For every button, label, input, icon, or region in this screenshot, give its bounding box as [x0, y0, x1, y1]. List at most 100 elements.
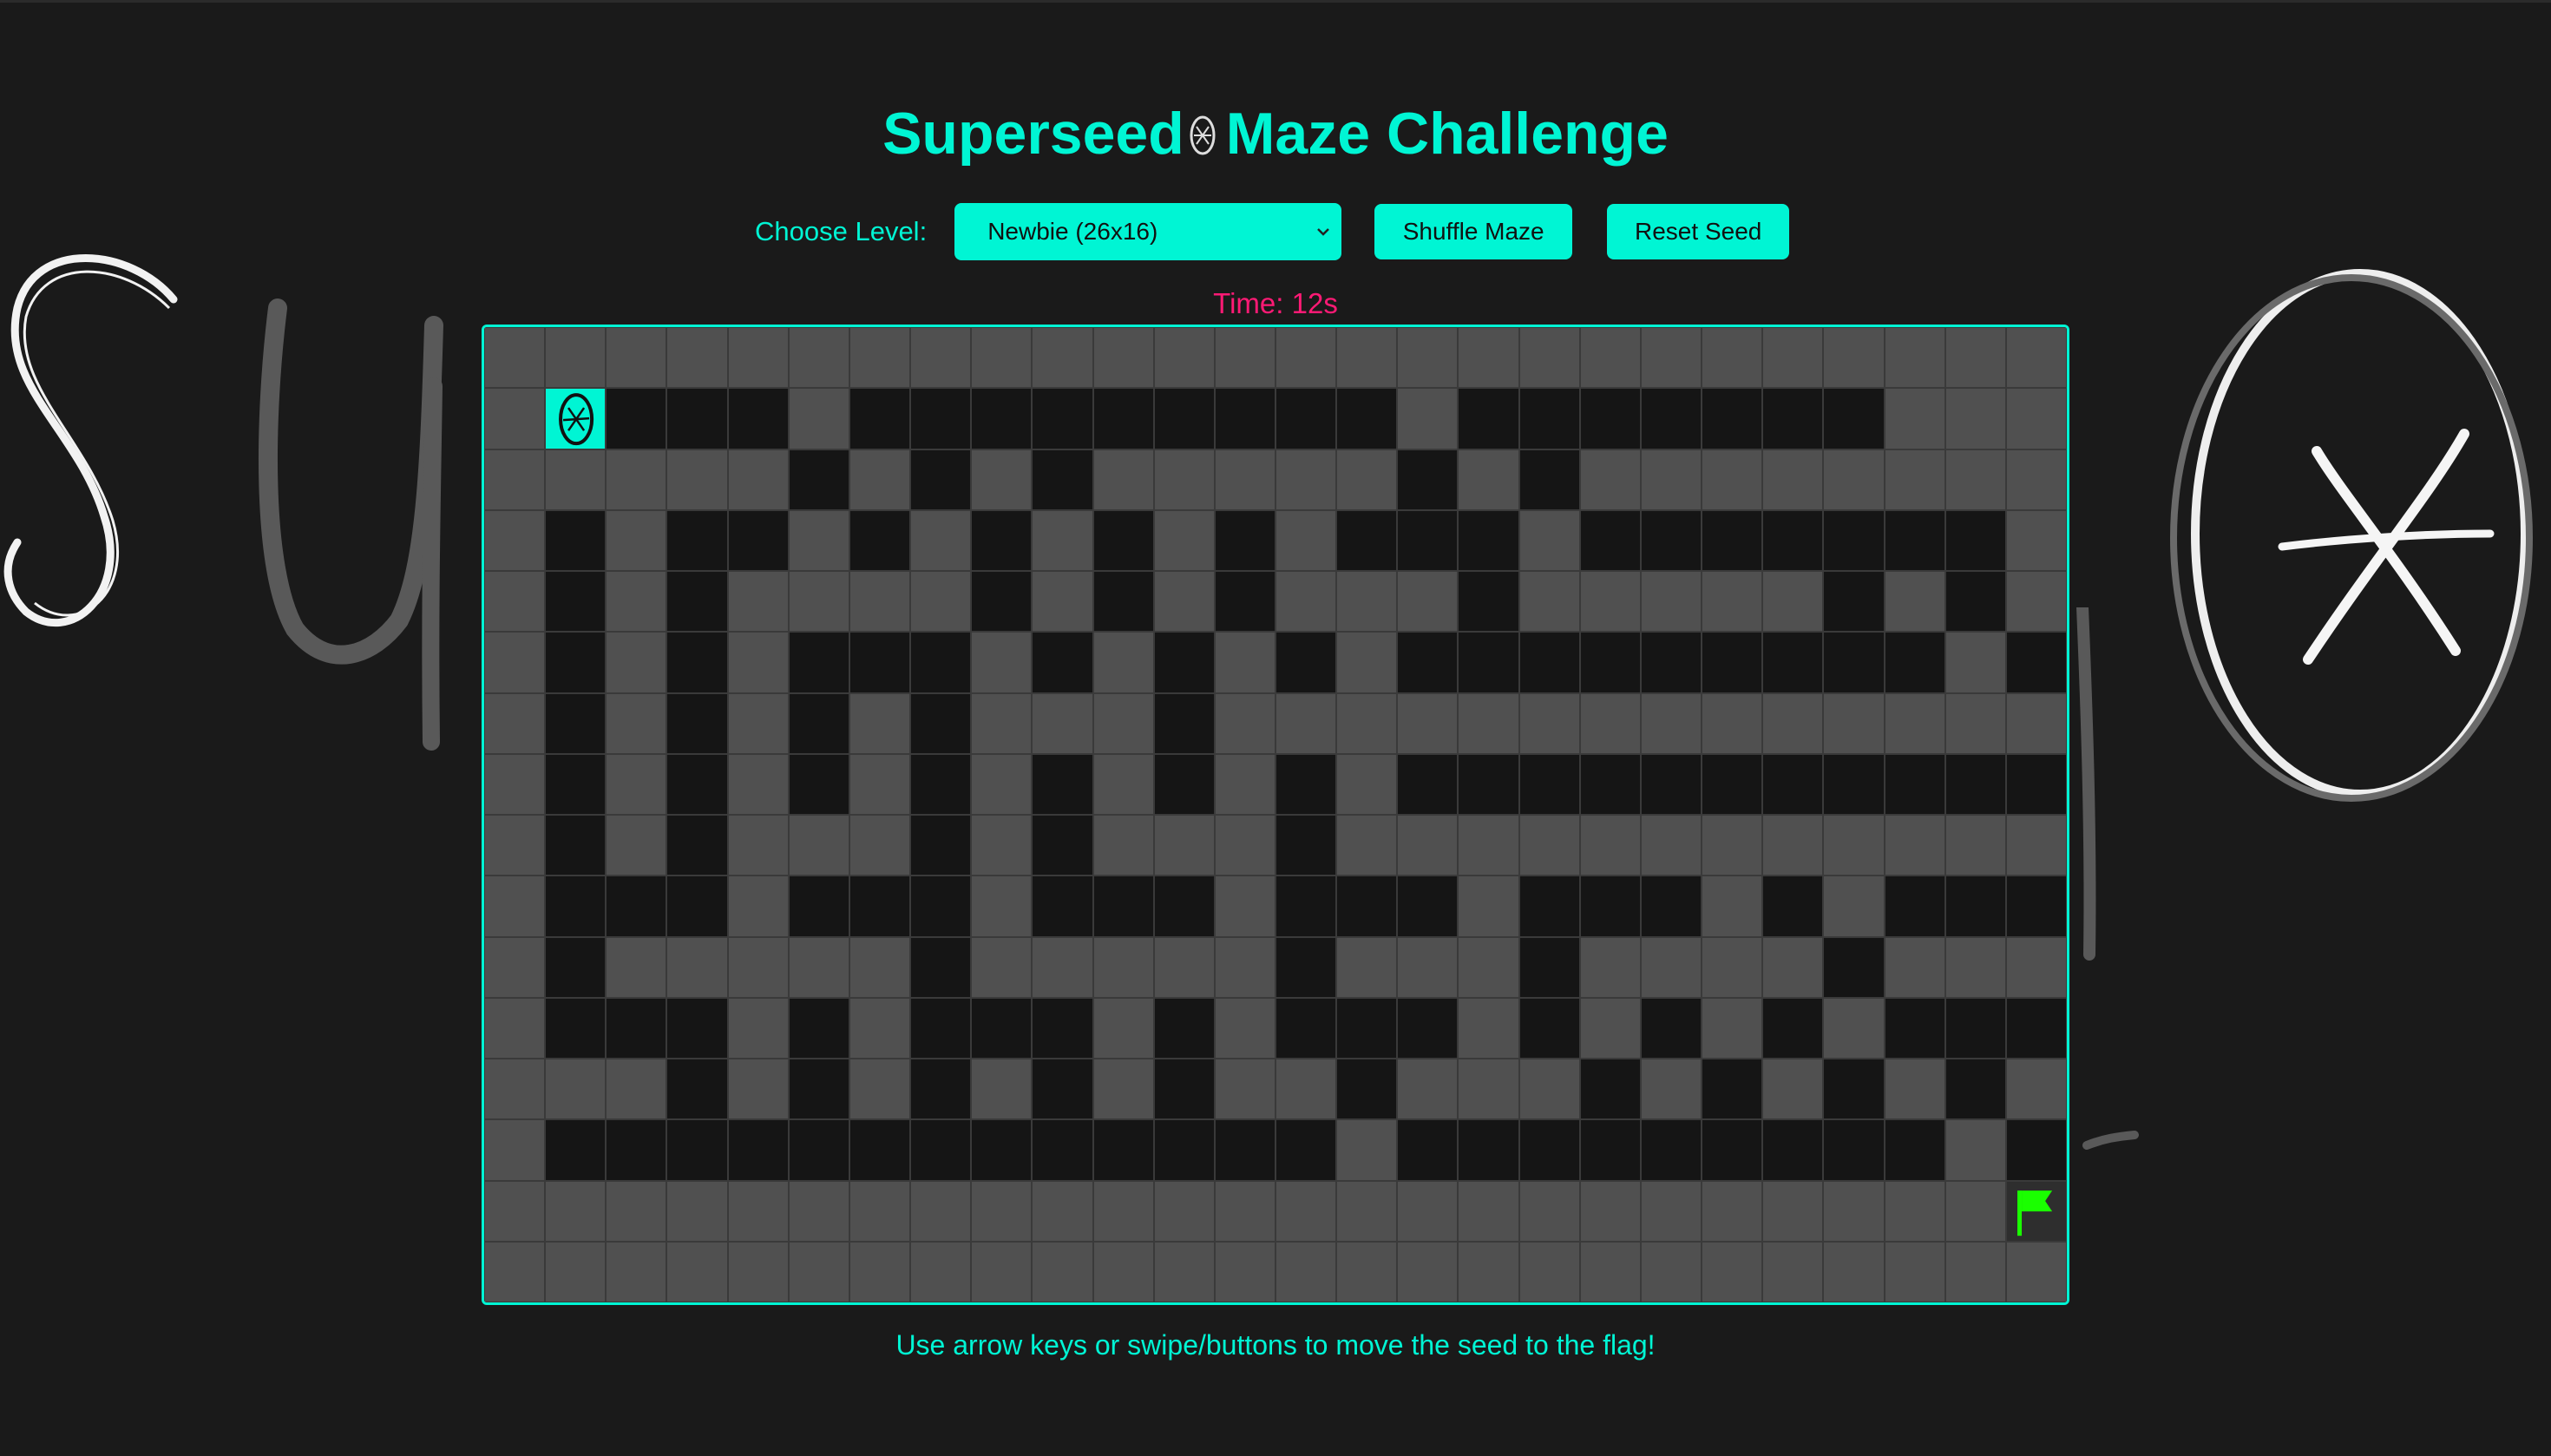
maze-path-cell — [1214, 509, 1276, 571]
maze-wall-cell — [727, 692, 789, 754]
maze-wall-cell — [1579, 815, 1641, 876]
maze-wall-cell — [1702, 876, 1763, 937]
maze-wall-cell — [484, 1119, 546, 1181]
maze-wall-cell — [1153, 1180, 1215, 1242]
maze-wall-cell — [727, 876, 789, 937]
maze-path-cell — [1884, 509, 1945, 571]
maze-wall-cell — [1762, 815, 1824, 876]
maze-wall-cell — [1884, 327, 1945, 389]
maze-wall-cell — [1518, 327, 1580, 389]
maze-wall-cell — [1884, 692, 1945, 754]
maze-wall-cell — [788, 815, 849, 876]
level-select[interactable]: Newbie (26x16) — [954, 203, 1342, 260]
maze-board[interactable] — [482, 325, 2069, 1305]
maze-wall-cell — [1276, 1059, 1337, 1120]
maze-wall-cell — [727, 327, 789, 389]
maze-path-cell — [1640, 388, 1702, 449]
maze-path-cell — [1884, 876, 1945, 937]
maze-wall-cell — [1762, 449, 1824, 510]
maze-path-cell — [910, 692, 972, 754]
maze-wall-cell — [1823, 1241, 1885, 1302]
maze-wall-cell — [1276, 1180, 1337, 1242]
maze-path-cell — [1214, 1119, 1276, 1181]
maze-path-cell — [1336, 388, 1398, 449]
maze-wall-cell — [1702, 1180, 1763, 1242]
maze-wall-cell — [1944, 388, 2006, 449]
reset-seed-button[interactable]: Reset Seed — [1607, 204, 1790, 259]
maze-path-cell — [1032, 753, 1093, 815]
maze-wall-cell — [606, 815, 667, 876]
maze-wall-cell — [1214, 449, 1276, 510]
maze-path-cell — [1884, 1119, 1945, 1181]
maze-wall-cell — [788, 1180, 849, 1242]
maze-path-cell — [1397, 509, 1459, 571]
seed-icon — [559, 393, 594, 446]
maze-wall-cell — [1944, 1241, 2006, 1302]
maze-wall-cell — [1032, 327, 1093, 389]
maze-path-cell — [971, 509, 1033, 571]
maze-path-cell — [788, 449, 849, 510]
maze-wall-cell — [484, 876, 546, 937]
maze-wall-cell — [971, 1241, 1033, 1302]
maze-wall-cell — [727, 1241, 789, 1302]
maze-path-cell — [1397, 1119, 1459, 1181]
shuffle-maze-button[interactable]: Shuffle Maze — [1374, 204, 1573, 259]
title-text: Superseed — [882, 101, 1184, 167]
maze-wall-cell — [727, 571, 789, 633]
maze-path-cell — [727, 509, 789, 571]
player-seed-cell — [545, 388, 607, 449]
maze-wall-cell — [1884, 1059, 1945, 1120]
maze-wall-cell — [849, 997, 911, 1059]
maze-wall-cell — [1336, 449, 1398, 510]
maze-wall-cell — [606, 1241, 667, 1302]
maze-path-cell — [1032, 815, 1093, 876]
maze-wall-cell — [1944, 632, 2006, 693]
maze-path-cell — [910, 1119, 972, 1181]
maze-wall-cell — [2005, 1241, 2067, 1302]
maze-path-cell — [1153, 1059, 1215, 1120]
maze-wall-cell — [1762, 936, 1824, 998]
maze-path-cell — [1762, 753, 1824, 815]
maze-path-cell — [1092, 571, 1154, 633]
maze-wall-cell — [788, 327, 849, 389]
chevron-down-icon — [1317, 228, 1330, 236]
level-label: Choose Level: — [755, 216, 928, 246]
maze-wall-cell — [1518, 692, 1580, 754]
maze-wall-cell — [1518, 1180, 1580, 1242]
maze-path-cell — [2005, 632, 2067, 693]
maze-wall-cell — [1032, 1241, 1093, 1302]
maze-wall-cell — [1762, 1241, 1824, 1302]
maze-path-cell — [1276, 388, 1337, 449]
maze-path-cell — [849, 876, 911, 937]
maze-wall-cell — [2005, 388, 2067, 449]
maze-wall-cell — [1276, 509, 1337, 571]
maze-path-cell — [666, 876, 728, 937]
maze-path-cell — [1276, 815, 1337, 876]
maze-wall-cell — [1092, 815, 1154, 876]
maze-path-cell — [910, 997, 972, 1059]
maze-wall-cell — [1762, 1059, 1824, 1120]
maze-path-cell — [1944, 997, 2006, 1059]
window-top-border — [0, 0, 2551, 3]
maze-wall-cell — [2005, 327, 2067, 389]
maze-wall-cell — [1702, 815, 1763, 876]
maze-wall-cell — [2005, 571, 2067, 633]
maze-path-cell — [666, 1119, 728, 1181]
maze-wall-cell — [1092, 327, 1154, 389]
maze-path-cell — [545, 692, 607, 754]
maze-path-cell — [971, 388, 1033, 449]
maze-wall-cell — [849, 571, 911, 633]
maze-path-cell — [1397, 632, 1459, 693]
maze-wall-cell — [1518, 509, 1580, 571]
maze-path-cell — [1458, 388, 1519, 449]
maze-path-cell — [788, 632, 849, 693]
maze-wall-cell — [484, 449, 546, 510]
maze-path-cell — [1032, 876, 1093, 937]
maze-wall-cell — [1336, 692, 1398, 754]
maze-path-cell — [727, 1119, 789, 1181]
maze-path-cell — [545, 997, 607, 1059]
maze-wall-cell — [1336, 571, 1398, 633]
maze-wall-cell — [484, 388, 546, 449]
maze-path-cell — [1702, 1119, 1763, 1181]
maze-wall-cell — [1092, 692, 1154, 754]
